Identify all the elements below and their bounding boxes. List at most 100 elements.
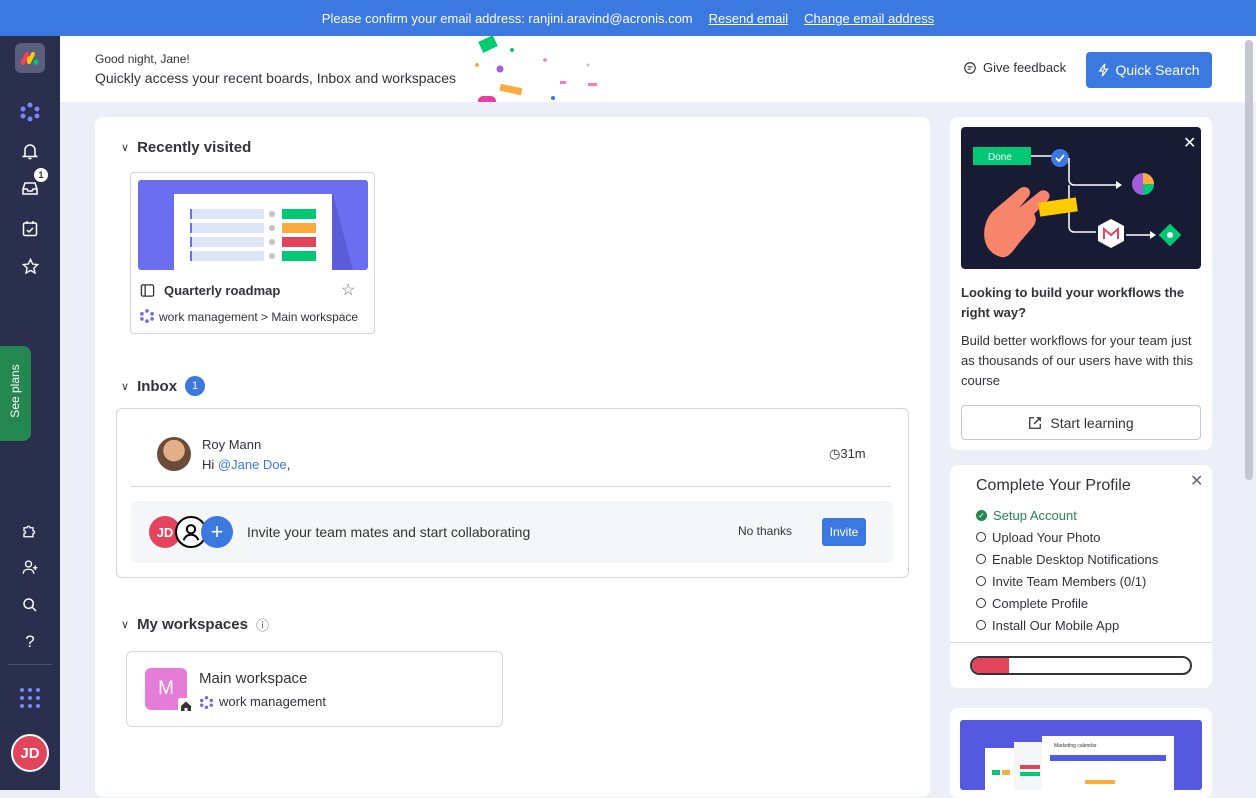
marketing-calendar-preview[interactable]: Marketing calendar xyxy=(960,720,1202,790)
confetti-decoration xyxy=(475,36,597,102)
invite-button[interactable]: Invite xyxy=(822,518,866,546)
inbox-box: Roy Mann Hi @Jane Doe, ◷31m JD + Invite … xyxy=(116,408,909,578)
give-feedback-button[interactable]: Give feedback xyxy=(963,60,1066,75)
checklist-label: Invite Team Members (0/1) xyxy=(992,573,1147,589)
checklist-item[interactable]: Upload Your Photo xyxy=(976,526,1158,548)
info-icon[interactable]: ⓘ xyxy=(256,615,269,634)
workspace-card[interactable]: M Main workspace work management xyxy=(126,651,503,727)
inbox-title: Inbox xyxy=(137,377,178,395)
external-link-icon xyxy=(1029,416,1042,429)
recently-visited-header[interactable]: ∨ Recently visited xyxy=(121,139,251,156)
checklist-item[interactable]: ✓ Setup Account xyxy=(976,504,1158,526)
close-icon[interactable]: ✕ xyxy=(1183,133,1196,153)
work-management-icon xyxy=(140,309,154,323)
mention-link[interactable]: @Jane Doe xyxy=(218,457,287,472)
promo-illustration: Done ✕ xyxy=(961,127,1201,269)
update-message[interactable]: Hi @Jane Doe, xyxy=(202,457,290,472)
quick-search-label: Quick Search xyxy=(1115,62,1200,78)
message-suffix: , xyxy=(286,457,291,472)
profile-progress-fill xyxy=(972,658,1010,673)
message-greeting: Hi xyxy=(202,457,215,472)
empty-circle-icon xyxy=(976,598,986,608)
check-circle-icon: ✓ xyxy=(976,509,987,521)
lightning-icon xyxy=(1098,63,1110,77)
favorites-icon[interactable] xyxy=(14,252,46,280)
home-icon xyxy=(178,698,194,714)
inbox-count-badge: 1 xyxy=(185,376,206,396)
email-confirm-banner: Please confirm your email address: ranji… xyxy=(0,0,1256,36)
avatar xyxy=(157,437,191,471)
update-time-value: 31m xyxy=(840,446,866,461)
workspace-name: Main workspace xyxy=(199,670,308,687)
checklist-item[interactable]: Invite Team Members (0/1) xyxy=(976,570,1158,592)
empty-circle-icon xyxy=(976,554,986,564)
bell-icon[interactable] xyxy=(14,137,46,165)
help-icon[interactable]: ? xyxy=(14,628,46,656)
board-thumbnail xyxy=(138,180,368,270)
profile-progress-bar xyxy=(970,656,1192,675)
workspace-product: work management xyxy=(219,694,326,709)
rail-divider xyxy=(8,664,52,665)
checklist-item[interactable]: Install Our Mobile App xyxy=(976,614,1158,636)
promo-text: Build better workflows for your team jus… xyxy=(961,333,1193,388)
checklist-label: Setup Account xyxy=(993,507,1077,523)
resend-email-link[interactable]: Resend email xyxy=(709,11,789,26)
integrations-icon[interactable] xyxy=(14,516,46,544)
my-work-icon[interactable] xyxy=(14,214,46,242)
inbox-unread-badge: 1 xyxy=(34,168,48,182)
chevron-down-icon: ∨ xyxy=(121,380,130,393)
see-plans-button[interactable]: See plans xyxy=(0,346,31,441)
add-teammate-icon[interactable]: + xyxy=(201,516,233,548)
board-icon xyxy=(140,284,155,297)
workspace-icon[interactable] xyxy=(14,98,46,126)
banner-text: Please confirm your email address: ranji… xyxy=(321,10,693,26)
empty-circle-icon xyxy=(976,620,986,630)
complete-profile-title: Complete Your Profile xyxy=(976,477,1131,494)
chevron-down-icon: ∨ xyxy=(121,142,130,154)
work-management-icon xyxy=(200,696,213,709)
complete-profile-card: Complete Your Profile ✕ ✓ Setup Account U… xyxy=(950,465,1212,688)
divider xyxy=(131,486,891,487)
header-subtitle: Quickly access your recent boards, Inbox… xyxy=(95,70,457,86)
user-avatar[interactable]: JD xyxy=(11,734,49,772)
templates-promo-card: Marketing calendar xyxy=(950,708,1212,798)
start-learning-button[interactable]: Start learning xyxy=(961,405,1201,440)
chevron-down-icon: ∨ xyxy=(121,619,130,631)
recently-visited-title: Recently visited xyxy=(137,139,252,156)
monday-logo[interactable] xyxy=(15,43,45,73)
board-path: work management > Main workspace xyxy=(159,310,359,324)
page-header: Good night, Jane! Quickly access your re… xyxy=(60,36,1256,102)
start-learning-label: Start learning xyxy=(1050,414,1134,431)
page-scrollbar[interactable] xyxy=(1245,40,1253,480)
close-icon[interactable]: ✕ xyxy=(1190,471,1203,491)
update-time: ◷31m xyxy=(829,446,866,462)
no-thanks-button[interactable]: No thanks xyxy=(738,524,792,538)
board-card[interactable]: Quarterly roadmap ☆ work management > Ma… xyxy=(130,172,375,334)
checklist-label: Upload Your Photo xyxy=(992,529,1101,545)
invite-banner: JD + Invite your team mates and start co… xyxy=(131,501,893,563)
clock-icon: ◷ xyxy=(829,446,841,461)
checklist-label: Complete Profile xyxy=(992,595,1089,611)
search-icon[interactable] xyxy=(14,591,46,619)
update-author[interactable]: Roy Mann xyxy=(202,437,261,452)
checklist-label: Enable Desktop Notifications xyxy=(992,551,1159,567)
empty-circle-icon xyxy=(976,576,986,586)
feedback-icon xyxy=(964,61,976,74)
my-workspaces-header[interactable]: ∨ My workspaces ⓘ xyxy=(121,615,269,634)
main-panel: ∨ Recently visited Quarterly roadmap ☆ w… xyxy=(95,117,930,797)
checklist-item[interactable]: Enable Desktop Notifications xyxy=(976,548,1158,570)
learning-promo-card: Done ✕ Looking to build your workflows t… xyxy=(950,117,1212,450)
invite-member-icon[interactable] xyxy=(14,553,46,581)
inbox-header[interactable]: ∨ Inbox 1 xyxy=(121,376,206,396)
card-caption: Marketing calendar xyxy=(1054,743,1097,749)
checklist-label: Install Our Mobile App xyxy=(992,617,1120,633)
quick-search-button[interactable]: Quick Search xyxy=(1086,52,1212,88)
board-name[interactable]: Quarterly roadmap xyxy=(164,283,280,298)
see-plans-label: See plans xyxy=(8,364,22,418)
apps-grid-icon[interactable] xyxy=(14,684,46,712)
change-email-link[interactable]: Change email address xyxy=(804,11,934,26)
divider xyxy=(950,642,1212,643)
my-workspaces-title: My workspaces xyxy=(137,616,248,633)
checklist-item[interactable]: Complete Profile xyxy=(976,592,1158,614)
star-icon[interactable]: ☆ xyxy=(341,280,355,300)
